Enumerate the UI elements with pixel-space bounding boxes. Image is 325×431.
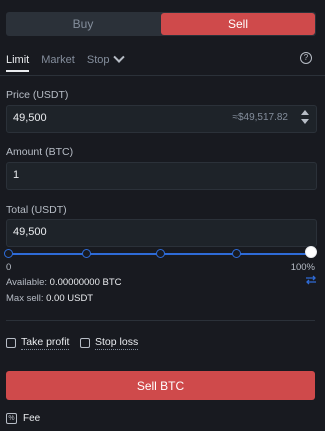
slider-step-75[interactable] — [232, 249, 241, 258]
sell-tab[interactable]: Sell — [161, 13, 315, 35]
available-value: 0.00000000 BTC — [49, 277, 122, 288]
total-label: Total (USDT) — [6, 204, 67, 216]
slider-max-label: 100% — [290, 262, 315, 273]
price-stepper[interactable] — [300, 109, 310, 129]
increment-icon[interactable] — [301, 110, 309, 115]
stop-loss-option[interactable]: Stop loss — [80, 336, 139, 350]
buy-tab[interactable]: Buy — [6, 12, 160, 36]
fee-icon: % — [6, 413, 17, 424]
price-field[interactable]: 49,500 ≈$49,517.82 — [6, 105, 317, 133]
divider — [6, 320, 315, 321]
total-value: 49,500 — [13, 226, 47, 238]
slider-step-50[interactable] — [156, 249, 165, 258]
stop-loss-checkbox[interactable] — [80, 338, 90, 348]
fee-row[interactable]: % Fee — [6, 413, 40, 424]
fee-label: Fee — [23, 413, 41, 424]
amount-field[interactable]: 1 — [6, 162, 317, 190]
tab-stop-label: Stop — [86, 54, 110, 66]
price-label: Price (USDT) — [6, 89, 69, 101]
slider-thumb[interactable] — [305, 246, 317, 258]
amount-value: 1 — [13, 169, 20, 181]
price-approx: ≈$49,517.82 — [232, 112, 288, 123]
amount-label: Amount (BTC) — [6, 146, 74, 158]
sell-btc-button[interactable]: Sell BTC — [6, 371, 315, 400]
tab-limit[interactable]: Limit — [6, 54, 30, 72]
slider-min-label: 0 — [6, 262, 12, 273]
tab-stop[interactable]: Stop — [86, 51, 125, 66]
price-value: 49,500 — [13, 112, 47, 124]
take-profit-checkbox[interactable] — [6, 338, 16, 348]
max-sell-row: Max sell: 0.00 USDT — [6, 293, 93, 304]
total-field[interactable]: 49,500 — [6, 219, 317, 247]
order-type-tabs: Limit Market Stop ? — [6, 50, 316, 72]
side-toggle: Buy Sell — [6, 12, 316, 36]
available-label: Available: — [6, 277, 48, 288]
divider — [0, 75, 325, 76]
tab-market[interactable]: Market — [41, 54, 75, 66]
help-icon[interactable]: ? — [300, 52, 312, 64]
decrement-icon[interactable] — [301, 119, 309, 124]
chevron-down-icon — [112, 51, 125, 63]
take-profit-label: Take profit — [21, 336, 70, 350]
stop-loss-label: Stop loss — [95, 336, 139, 350]
transfer-icon[interactable] — [305, 275, 317, 285]
available-row: Available: 0.00000000 BTC — [6, 277, 122, 288]
max-sell-label: Max sell: — [6, 293, 44, 304]
slider-step-0[interactable] — [4, 249, 13, 258]
take-profit-option[interactable]: Take profit — [6, 336, 70, 350]
slider-step-25[interactable] — [82, 249, 91, 258]
max-sell-value: 0.00 USDT — [46, 293, 94, 304]
